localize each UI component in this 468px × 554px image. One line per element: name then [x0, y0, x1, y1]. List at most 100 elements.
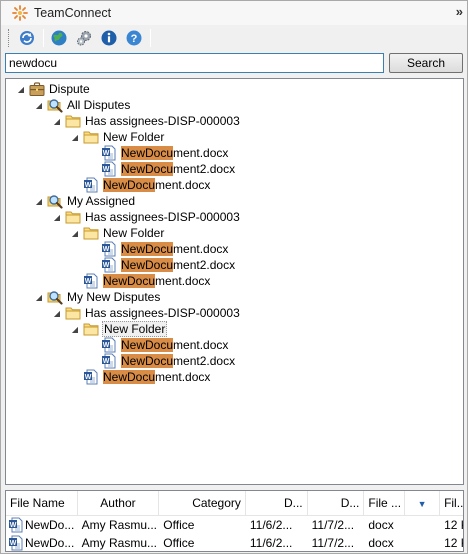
expand-arrow-icon[interactable]: ◢ — [70, 321, 80, 337]
author-cell: Amy Rasmu... — [81, 518, 158, 532]
file-type-cell: docx — [368, 536, 394, 550]
column-header-author[interactable]: Author — [78, 491, 160, 516]
tree-node[interactable]: W NewDocument2.docx — [88, 353, 236, 369]
svg-text:W: W — [85, 374, 92, 381]
tree-node[interactable]: W NewDocument.docx — [70, 177, 211, 193]
tree-node-label[interactable]: Dispute — [48, 81, 91, 97]
tree-node[interactable]: W NewDocument2.docx — [88, 161, 236, 177]
category-cell: Office — [163, 536, 195, 550]
tree-node-label[interactable]: NewDocument.docx — [120, 337, 229, 353]
column-header-file-type[interactable]: File ... — [364, 491, 406, 516]
tree-node[interactable]: ◢ New Folder — [70, 129, 165, 145]
column-header-sort[interactable]: ▼ — [405, 491, 441, 516]
tree-node[interactable]: W NewDocument.docx — [88, 337, 229, 353]
tree-node[interactable]: ◢ New Folder — [70, 321, 168, 337]
tree-node[interactable]: ◢ Dispute — [16, 81, 91, 97]
file-type-cell: docx — [368, 518, 394, 532]
expand-arrow-icon[interactable]: ◢ — [16, 81, 26, 97]
expand-arrow-icon[interactable]: ◢ — [70, 225, 80, 241]
expand-arrow-icon[interactable]: ◢ — [34, 289, 44, 305]
search-match-highlight: NewDocu — [121, 162, 174, 176]
column-header-category[interactable]: Category — [159, 491, 246, 516]
toolbar-separator — [150, 29, 151, 47]
tree-node-label[interactable]: New Folder — [102, 129, 165, 145]
globe-icon — [51, 30, 67, 46]
tree-node[interactable]: ◢ Has assignees-DISP-000003 — [52, 113, 241, 129]
app-title: TeamConnect — [34, 6, 112, 20]
sort-column-cell — [405, 534, 440, 551]
tree-node[interactable]: W NewDocument.docx — [88, 241, 229, 257]
label-suffix: ment2.docx — [173, 258, 236, 272]
date-modified-cell: 11/7/2... — [311, 518, 355, 532]
tree-node-label[interactable]: NewDocument.docx — [120, 241, 229, 257]
collapse-panel-button[interactable]: » — [456, 4, 463, 19]
tree-node-label[interactable]: My New Disputes — [66, 289, 161, 305]
expand-arrow-icon[interactable]: ◢ — [52, 209, 62, 225]
expand-arrow-icon[interactable]: ◢ — [34, 97, 44, 113]
label-suffix: ment.docx — [155, 370, 211, 384]
word-doc-icon: W — [83, 369, 99, 385]
search-button[interactable]: Search — [389, 53, 463, 73]
tree-node[interactable]: W NewDocument.docx — [88, 145, 229, 161]
help-icon: ? — [126, 30, 142, 46]
tree-node-label[interactable]: NewDocument.docx — [102, 369, 211, 385]
tree-node[interactable]: ◢ New Folder — [70, 225, 165, 241]
globe-button[interactable] — [48, 27, 70, 49]
expand-arrow-icon[interactable]: ◢ — [34, 193, 44, 209]
column-header-date-created[interactable]: D... — [246, 491, 308, 516]
expand-arrow-icon[interactable]: ◢ — [52, 113, 62, 129]
teamconnect-logo — [12, 5, 28, 21]
tree-node-label[interactable]: NewDocument2.docx — [120, 353, 236, 369]
help-button[interactable]: ? — [123, 27, 145, 49]
search-match-highlight: NewDocu — [121, 146, 174, 160]
toolbar-grip[interactable] — [8, 29, 11, 47]
tree-node-label[interactable]: Has assignees-DISP-000003 — [84, 113, 241, 129]
tree-node[interactable]: ◢ My New Disputes — [34, 289, 161, 305]
expand-arrow-icon[interactable]: ◢ — [52, 305, 62, 321]
info-button[interactable] — [98, 27, 120, 49]
refresh-button[interactable] — [16, 27, 38, 49]
title-bar: TeamConnect » — [1, 1, 467, 25]
tree-node-label[interactable]: New Folder — [102, 225, 165, 241]
word-doc-icon: W — [101, 161, 117, 177]
briefcase-icon — [29, 81, 45, 97]
label-suffix: ment.docx — [155, 178, 211, 192]
settings-button[interactable] — [73, 27, 95, 49]
svg-text:W: W — [85, 182, 92, 189]
tree-node-label[interactable]: Has assignees-DISP-000003 — [84, 305, 241, 321]
word-doc-icon: W — [83, 273, 99, 289]
tree-node[interactable]: ◢ Has assignees-DISP-000003 — [52, 209, 241, 225]
tree-node-label[interactable]: NewDocument.docx — [120, 145, 229, 161]
tree-node[interactable]: ◢ My Assigned — [34, 193, 136, 209]
file-list-row[interactable]: W NewDo... Amy Rasmu... Office 11/6/2... 11/7… — [6, 516, 463, 534]
search-match-highlight: NewDocu — [121, 354, 174, 368]
search-match-highlight: NewDocu — [121, 242, 174, 256]
tree-node-label[interactable]: New Folder — [102, 321, 168, 337]
file-list-row[interactable]: W NewDo... Amy Rasmu... Office 11/6/2... 11/7… — [6, 534, 463, 551]
column-header-file-name[interactable]: File Name — [6, 491, 78, 516]
document-tree[interactable]: ◢ Dispute ◢ All Disputes ◢ Has assignees-DISP… — [5, 78, 464, 485]
tree-node[interactable]: W NewDocument.docx — [70, 273, 211, 289]
tree-node-label[interactable]: NewDocument2.docx — [120, 161, 236, 177]
tree-node-label[interactable]: Has assignees-DISP-000003 — [84, 209, 241, 225]
search-match-highlight: NewDocu — [103, 370, 156, 384]
expand-arrow-icon[interactable]: ◢ — [70, 129, 80, 145]
tree-node[interactable]: ◢ All Disputes — [34, 97, 131, 113]
tree-node-label[interactable]: NewDocument.docx — [102, 273, 211, 289]
search-input[interactable] — [5, 53, 384, 73]
tree-node[interactable]: ◢ Has assignees-DISP-000003 — [52, 305, 241, 321]
tree-node-label[interactable]: NewDocument.docx — [102, 177, 211, 193]
column-header-file-size[interactable]: Fil... — [440, 491, 463, 516]
tree-node-label[interactable]: My Assigned — [66, 193, 136, 209]
tree-node-label[interactable]: NewDocument2.docx — [120, 257, 236, 273]
tree-node[interactable]: W NewDocument2.docx — [88, 257, 236, 273]
tree-node-label[interactable]: All Disputes — [66, 97, 131, 113]
label-suffix: ment2.docx — [173, 354, 236, 368]
tree-node[interactable]: W NewDocument.docx — [70, 369, 211, 385]
search-folder-icon — [47, 193, 63, 209]
teamconnect-window: TeamConnect » ? newdocu Search ◢ Dispute… — [0, 0, 468, 554]
column-header-date-modified[interactable]: D... — [308, 491, 365, 516]
file-list[interactable]: File Name Author Category D... D... File… — [5, 490, 464, 552]
